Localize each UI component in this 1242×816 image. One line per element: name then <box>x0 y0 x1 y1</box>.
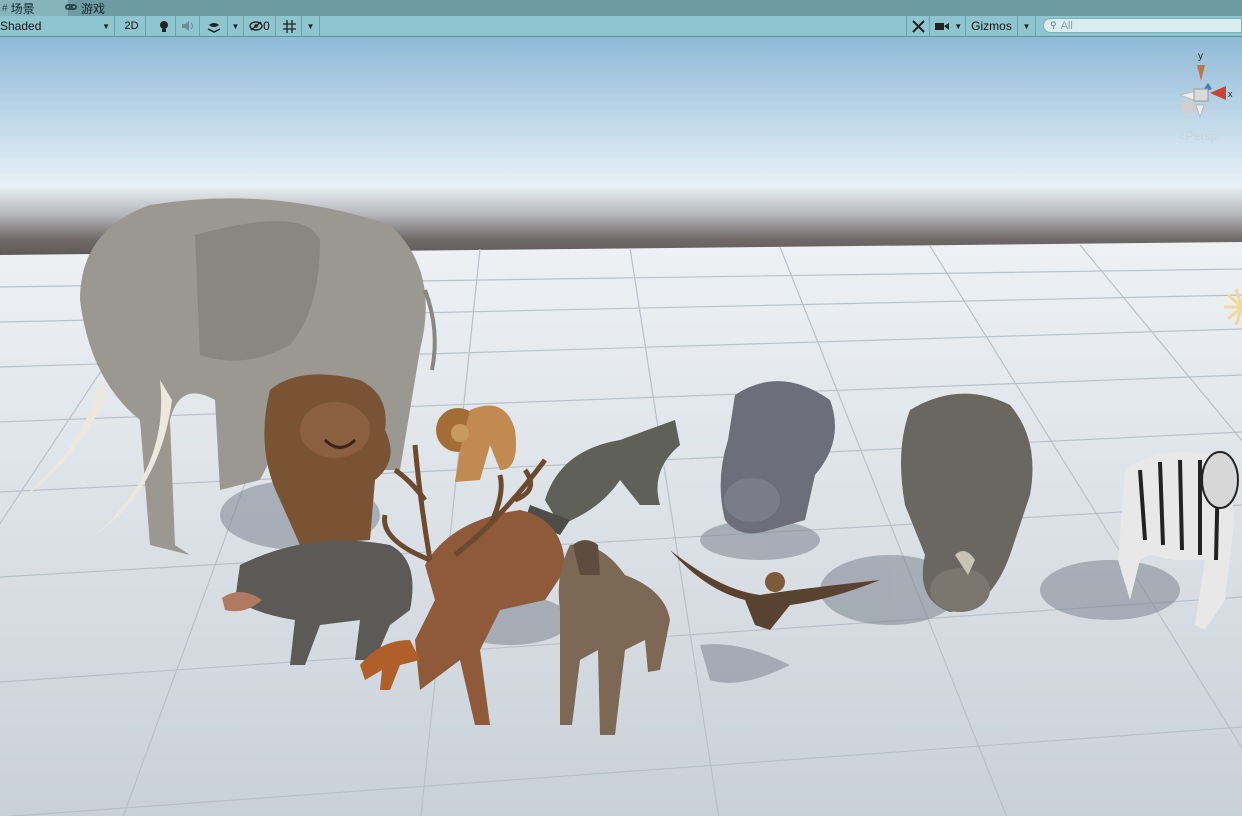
effects-toggle[interactable] <box>200 16 228 36</box>
scene-objects <box>5 198 1239 735</box>
crocodile[interactable] <box>525 420 680 535</box>
grid-dropdown[interactable]: ▼ <box>302 16 320 36</box>
projection-text: Persp <box>1185 129 1218 143</box>
shading-mode-label: Shaded <box>0 19 42 33</box>
audio-toggle[interactable] <box>176 16 200 36</box>
axis-x-label: x <box>1228 89 1233 99</box>
hierarchy-search-input[interactable]: ⚲ All <box>1043 18 1242 33</box>
wolf[interactable] <box>558 540 670 735</box>
projection-label[interactable]: < Persp <box>1178 129 1217 143</box>
camera-icon <box>934 22 949 30</box>
camera-dropdown[interactable]: ▼ <box>932 16 966 36</box>
shading-mode-dropdown[interactable]: Shaded ▼ <box>0 16 115 36</box>
chevron-down-icon: ▼ <box>1022 21 1031 31</box>
toggle-2d-button[interactable]: 2D <box>118 16 146 36</box>
lightbulb-icon <box>159 20 168 32</box>
chevron-left-icon: < <box>1178 132 1184 143</box>
effects-layers-icon <box>207 22 220 33</box>
hidden-count: 0 <box>263 19 270 33</box>
editor-tab-bar: # 场景 游戏 <box>0 0 1242 17</box>
gamepad-icon <box>64 3 78 14</box>
toggle-2d-label: 2D <box>124 20 139 32</box>
effects-dropdown[interactable]: ▼ <box>228 16 244 36</box>
grid-toggle[interactable] <box>278 16 302 36</box>
gizmos-button[interactable]: Gizmos <box>966 16 1018 36</box>
search-placeholder: All <box>1060 19 1073 32</box>
axis-y-label: y <box>1198 51 1203 62</box>
chevron-down-icon: ▼ <box>231 21 240 31</box>
tab-game[interactable]: 游戏 <box>62 0 130 16</box>
gizmos-label: Gizmos <box>971 19 1012 33</box>
tab-game-label: 游戏 <box>81 1 106 16</box>
speaker-icon <box>181 21 193 31</box>
grid-icon: # <box>2 2 8 14</box>
gizmos-dropdown[interactable]: ▼ <box>1018 16 1036 36</box>
scene-viewport[interactable]: y x < Persp <box>0 37 1242 816</box>
chevron-down-icon: ▼ <box>954 21 963 31</box>
chevron-down-icon: ▼ <box>102 21 110 31</box>
hidden-objects-toggle[interactable]: 0 <box>244 16 276 36</box>
sun-light-icon[interactable] <box>1222 287 1242 327</box>
tab-scene[interactable]: # 场景 <box>0 0 68 16</box>
lighting-toggle[interactable] <box>152 16 176 36</box>
eye-hidden-icon <box>249 21 263 31</box>
lion[interactable] <box>436 405 516 483</box>
hippo[interactable] <box>720 381 835 534</box>
tools-button[interactable] <box>906 16 930 36</box>
tools-icon <box>911 19 925 33</box>
grid-snap-icon <box>283 19 296 33</box>
tab-scene-label: 场景 <box>10 1 35 16</box>
search-icon: ⚲ <box>1050 20 1057 30</box>
chevron-down-icon: ▼ <box>306 21 315 31</box>
